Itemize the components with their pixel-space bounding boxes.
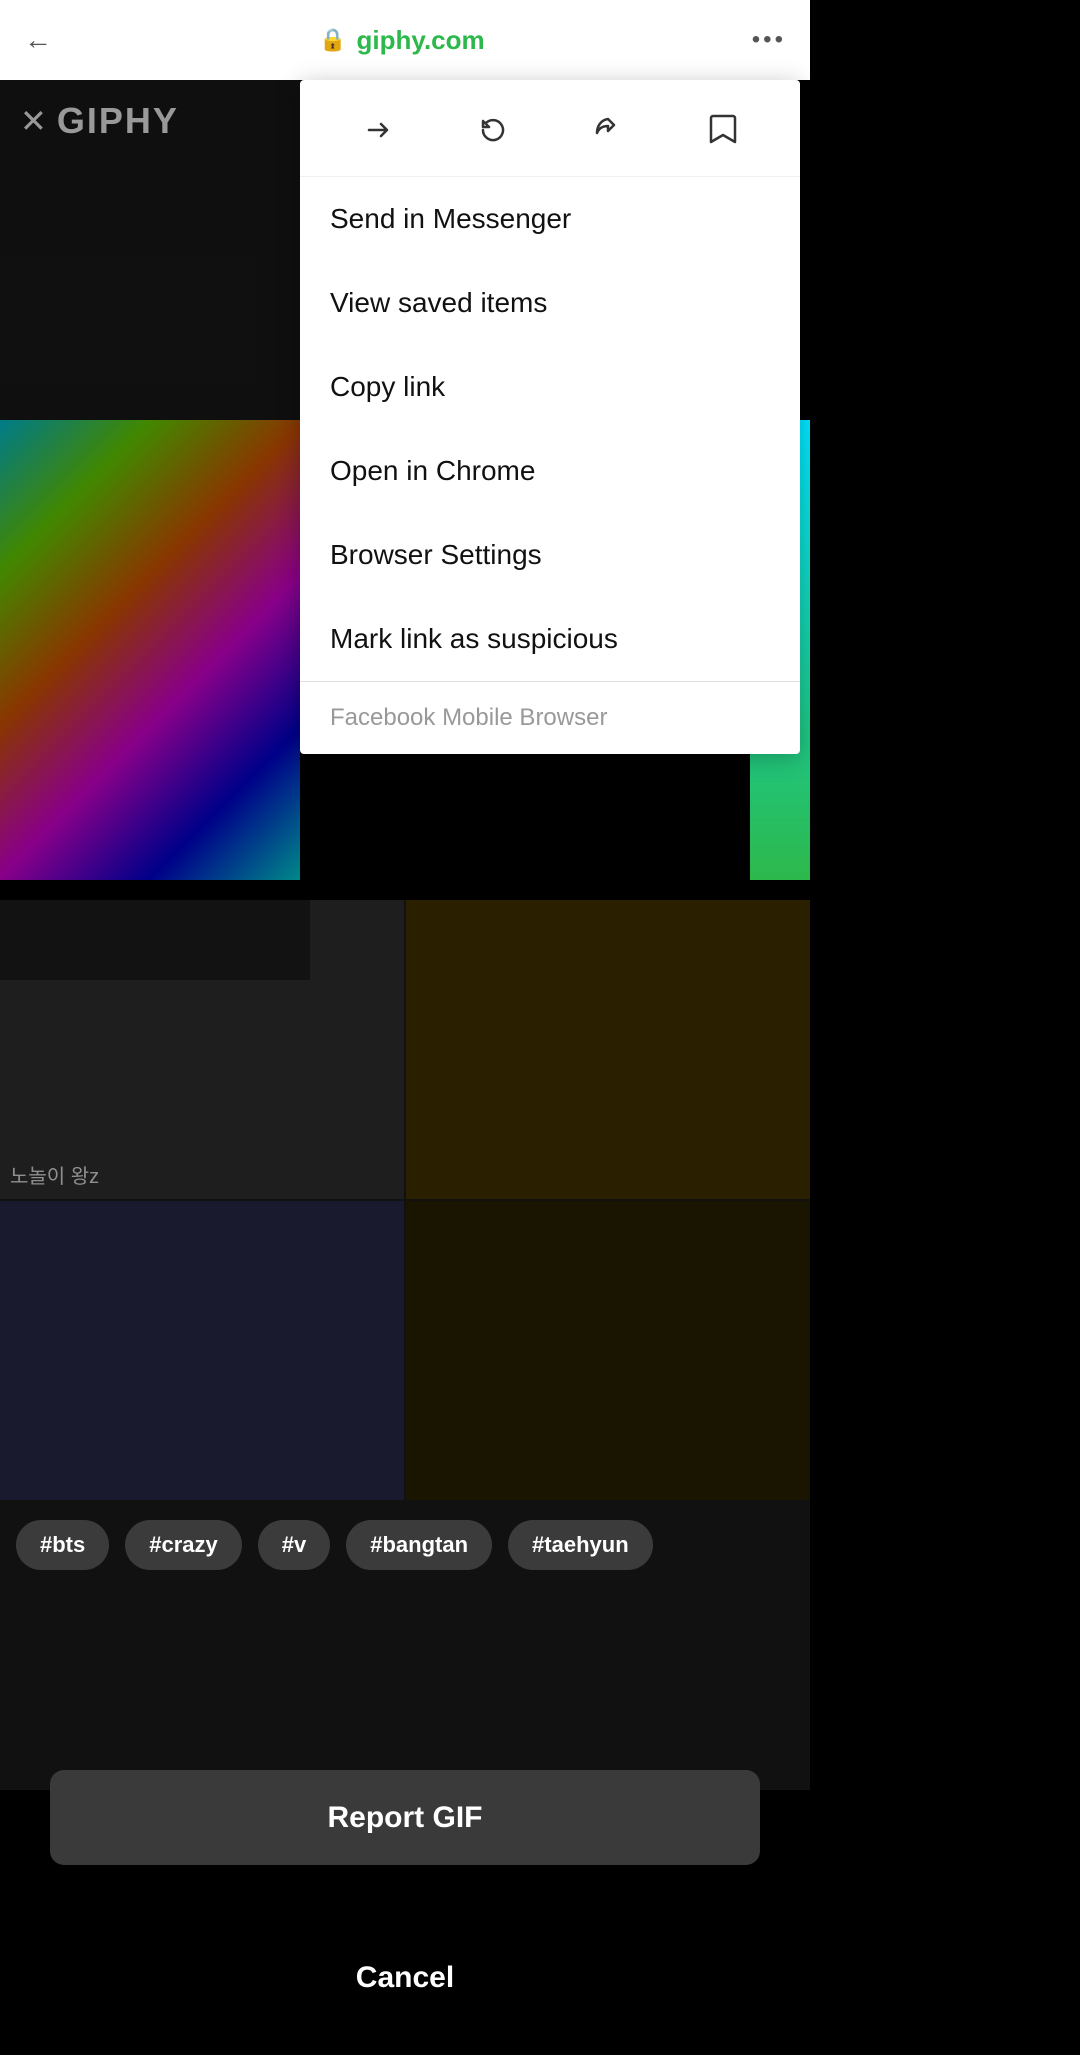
more-button[interactable]: •••: [752, 26, 786, 54]
dropdown-menu: Send in Messenger View saved items Copy …: [300, 80, 800, 754]
menu-item-send-messenger[interactable]: Send in Messenger: [300, 177, 800, 261]
bookmark-button[interactable]: [695, 102, 751, 158]
lock-icon: 🔒: [319, 27, 346, 53]
tag-bts[interactable]: #bts: [16, 1520, 109, 1570]
dropdown-footer-label: Facebook Mobile Browser: [300, 682, 800, 754]
menu-item-copy-link[interactable]: Copy link: [300, 345, 800, 429]
tags-row: #bts #crazy #v #bangtan #taehyun: [0, 1500, 810, 1590]
tag-bangtan[interactable]: #bangtan: [346, 1520, 492, 1570]
grid-cell-2[interactable]: [406, 900, 810, 1199]
url-text: giphy.com: [357, 25, 485, 56]
menu-item-browser-settings[interactable]: Browser Settings: [300, 513, 800, 597]
url-bar: 🔒 giphy.com: [319, 25, 485, 56]
grid-cell-1-text: 노놀이 왕z: [10, 1160, 99, 1189]
cancel-button[interactable]: Cancel: [0, 1961, 810, 1995]
thumbnail-grid: 노놀이 왕z: [0, 900, 810, 1500]
menu-item-open-chrome[interactable]: Open in Chrome: [300, 429, 800, 513]
background-overlay: [0, 80, 310, 980]
grid-cell-4[interactable]: [406, 1201, 810, 1500]
back-button[interactable]: ←: [24, 24, 52, 56]
reload-button[interactable]: [465, 102, 521, 158]
grid-cell-3[interactable]: [0, 1201, 404, 1500]
browser-bar: ← 🔒 giphy.com •••: [0, 0, 810, 80]
tag-v[interactable]: #v: [258, 1520, 330, 1570]
report-gif-button[interactable]: Report GIF: [50, 1770, 760, 1865]
share-button[interactable]: [580, 102, 636, 158]
bottom-dark-area: [0, 1590, 810, 1790]
tag-taehyun[interactable]: #taehyun: [508, 1520, 653, 1570]
forward-button[interactable]: [350, 102, 406, 158]
dropdown-icon-row: [300, 80, 800, 177]
tag-crazy[interactable]: #crazy: [125, 1520, 242, 1570]
menu-item-mark-suspicious[interactable]: Mark link as suspicious: [300, 597, 800, 681]
menu-item-view-saved[interactable]: View saved items: [300, 261, 800, 345]
